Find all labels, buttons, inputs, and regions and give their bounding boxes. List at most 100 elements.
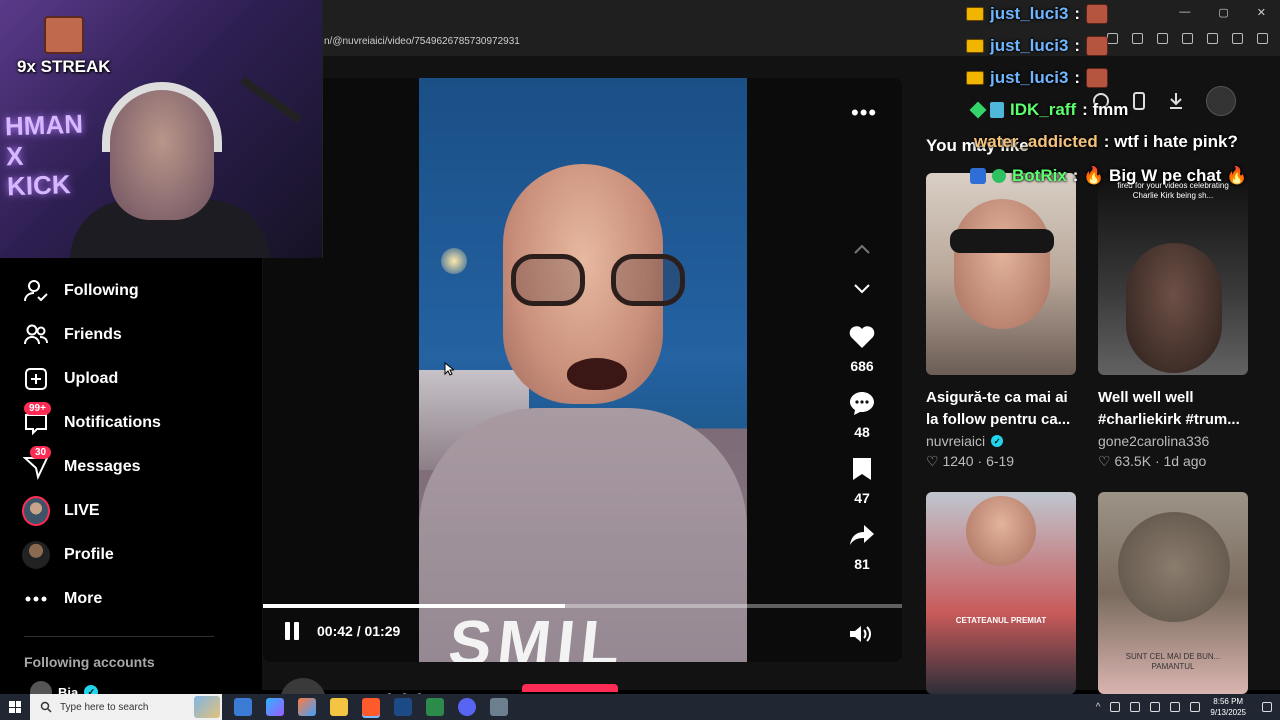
card-author[interactable]: nuvreiaici ✓ xyxy=(926,433,1076,449)
like-count: 686 xyxy=(850,358,874,374)
discord-icon[interactable] xyxy=(458,698,476,716)
sidebar-item-live[interactable]: LIVE xyxy=(22,495,100,527)
volume-icon[interactable] xyxy=(849,624,873,649)
video-thumbnail[interactable]: SUNT CEL MAI DE BUN... PAMANTUL xyxy=(1098,492,1248,694)
video-player[interactable]: SMIL ••• 686 48 47 81 00:42 / 01:29 xyxy=(263,78,902,662)
tab-icon[interactable] xyxy=(1107,33,1118,44)
device-icon[interactable] xyxy=(1132,92,1146,110)
sidebar-item-more[interactable]: More xyxy=(22,583,102,615)
notifications-badge: 99+ xyxy=(24,402,51,415)
video-card[interactable]: Asigură-te ca mai ai la follow pentru ca… xyxy=(926,173,1076,470)
bookmark-button[interactable]: 47 xyxy=(839,456,885,506)
thumbnail-caption: CETATEANUL PREMIAT xyxy=(955,616,1047,625)
card-author[interactable]: gone2carolina336 xyxy=(1098,433,1248,449)
terminal-icon[interactable] xyxy=(426,698,444,716)
thumbnail-face xyxy=(966,496,1036,566)
display-icon[interactable] xyxy=(1150,702,1161,712)
chevron-up-icon[interactable] xyxy=(851,242,873,264)
taskbar-apps xyxy=(234,698,508,716)
chat-username: water_addicted xyxy=(974,132,1098,151)
video-frame[interactable]: SMIL xyxy=(419,78,747,662)
clock-date: 9/13/2025 xyxy=(1210,708,1246,717)
playback-controls: 00:42 / 01:29 xyxy=(285,622,400,640)
chevron-up-icon[interactable]: ^ xyxy=(1096,702,1101,713)
video-thumbnail[interactable]: fired for your videos celebrating Charli… xyxy=(1098,173,1248,375)
video-card[interactable]: fired for your videos celebrating Charli… xyxy=(1098,173,1248,470)
brave-icon[interactable] xyxy=(362,698,380,716)
sidebar-item-upload[interactable]: Upload xyxy=(22,363,118,395)
file-explorer-icon[interactable] xyxy=(330,698,348,716)
video-thumbnail[interactable] xyxy=(926,173,1076,375)
copilot-icon[interactable] xyxy=(266,698,284,716)
chevron-down-icon[interactable] xyxy=(851,282,873,304)
subscriber-badge-icon xyxy=(990,102,1004,118)
thumbnail-face xyxy=(1126,243,1222,373)
chat-username: just_luci3 xyxy=(990,4,1069,23)
zoom-icon[interactable] xyxy=(1132,33,1143,44)
like-button[interactable]: 686 xyxy=(839,324,885,374)
video-card[interactable]: CETATEANUL PREMIAT xyxy=(926,492,1076,694)
comment-count: 48 xyxy=(854,424,870,440)
download-icon[interactable] xyxy=(1168,92,1184,110)
share-icon[interactable] xyxy=(1157,33,1168,44)
pause-icon[interactable] xyxy=(285,622,303,640)
sidebar-toggle-icon[interactable] xyxy=(1207,33,1218,44)
sidebar-item-friends[interactable]: Friends xyxy=(22,319,122,351)
thumbnail-sunglasses xyxy=(950,229,1054,253)
sidebar-item-messages[interactable]: 30 Messages xyxy=(22,446,141,483)
following-icon xyxy=(22,277,50,305)
neon-sign-text: HMAN X KICK xyxy=(4,108,84,202)
more-options-icon[interactable]: ••• xyxy=(851,100,877,126)
extensions-icon[interactable] xyxy=(1182,33,1193,44)
url-text[interactable]: n/@nuvreiaici/video/7549626785730972931 xyxy=(324,36,520,47)
system-tray: ^ 8:56 PM 9/13/2025 xyxy=(1096,694,1280,720)
card-date: 1d ago xyxy=(1163,453,1207,469)
sidebar-item-label: Upload xyxy=(64,370,119,387)
mic-icon[interactable] xyxy=(1190,702,1201,712)
card-title-line: Asigură-te ca mai ai xyxy=(926,389,1068,406)
chat-username: BotRix xyxy=(1012,166,1067,185)
clock[interactable]: 8:56 PM 9/13/2025 xyxy=(1210,696,1246,718)
video-thumbnail[interactable]: CETATEANUL PREMIAT xyxy=(926,492,1076,694)
heart-outline-icon: ♡ xyxy=(1098,453,1111,469)
search-icon xyxy=(40,701,52,713)
sidebar-item-profile[interactable]: Profile xyxy=(22,539,114,571)
progress-bar[interactable] xyxy=(263,604,902,608)
start-button[interactable] xyxy=(0,694,30,720)
audio-device-icon[interactable] xyxy=(1130,702,1141,712)
comment-button[interactable]: 48 xyxy=(839,390,885,440)
sidebar-item-label: Notifications xyxy=(64,414,161,431)
upload-icon xyxy=(22,365,50,393)
chat-text: : xyxy=(1074,4,1081,23)
sidebar-item-label: Profile xyxy=(64,546,114,563)
card-author-name: nuvreiaici xyxy=(926,433,986,449)
bookmark-count: 47 xyxy=(854,490,870,506)
video-card[interactable]: SUNT CEL MAI DE BUN... PAMANTUL xyxy=(1098,492,1248,694)
volume-tray-icon[interactable] xyxy=(1170,702,1181,712)
edge-icon[interactable] xyxy=(298,698,316,716)
menu-icon[interactable] xyxy=(1257,33,1268,44)
task-view-icon[interactable] xyxy=(234,698,252,716)
steam-icon[interactable] xyxy=(394,698,412,716)
follow-button[interactable] xyxy=(522,684,618,692)
neon-sign: HMAN X KICK xyxy=(4,109,85,202)
card-title-line: la follow pentru ca... xyxy=(926,411,1071,428)
close-button[interactable]: ✕ xyxy=(1257,6,1266,19)
app-icon[interactable] xyxy=(490,698,508,716)
notification-center-icon[interactable] xyxy=(1262,702,1272,712)
minimize-button[interactable]: — xyxy=(1179,6,1190,19)
search-placeholder: Type here to search xyxy=(60,701,149,713)
thumbnail-face xyxy=(954,199,1050,329)
emote-icon xyxy=(1086,68,1109,88)
share-button[interactable]: 81 xyxy=(839,522,885,572)
maximize-button[interactable]: ▢ xyxy=(1218,6,1228,19)
network-icon[interactable] xyxy=(1110,702,1121,712)
hoodie-text: SMIL xyxy=(445,607,630,662)
sidebar-item-notifications[interactable]: 99+ Notifications xyxy=(22,402,161,439)
user-avatar[interactable] xyxy=(1206,86,1236,116)
chat-text: : wtf i hate pink? xyxy=(1103,132,1238,151)
wallet-icon[interactable] xyxy=(1232,33,1243,44)
sidebar-item-label: Messages xyxy=(64,458,141,475)
taskbar-search[interactable]: Type here to search xyxy=(30,694,222,720)
sidebar-item-following[interactable]: Following xyxy=(22,275,139,307)
